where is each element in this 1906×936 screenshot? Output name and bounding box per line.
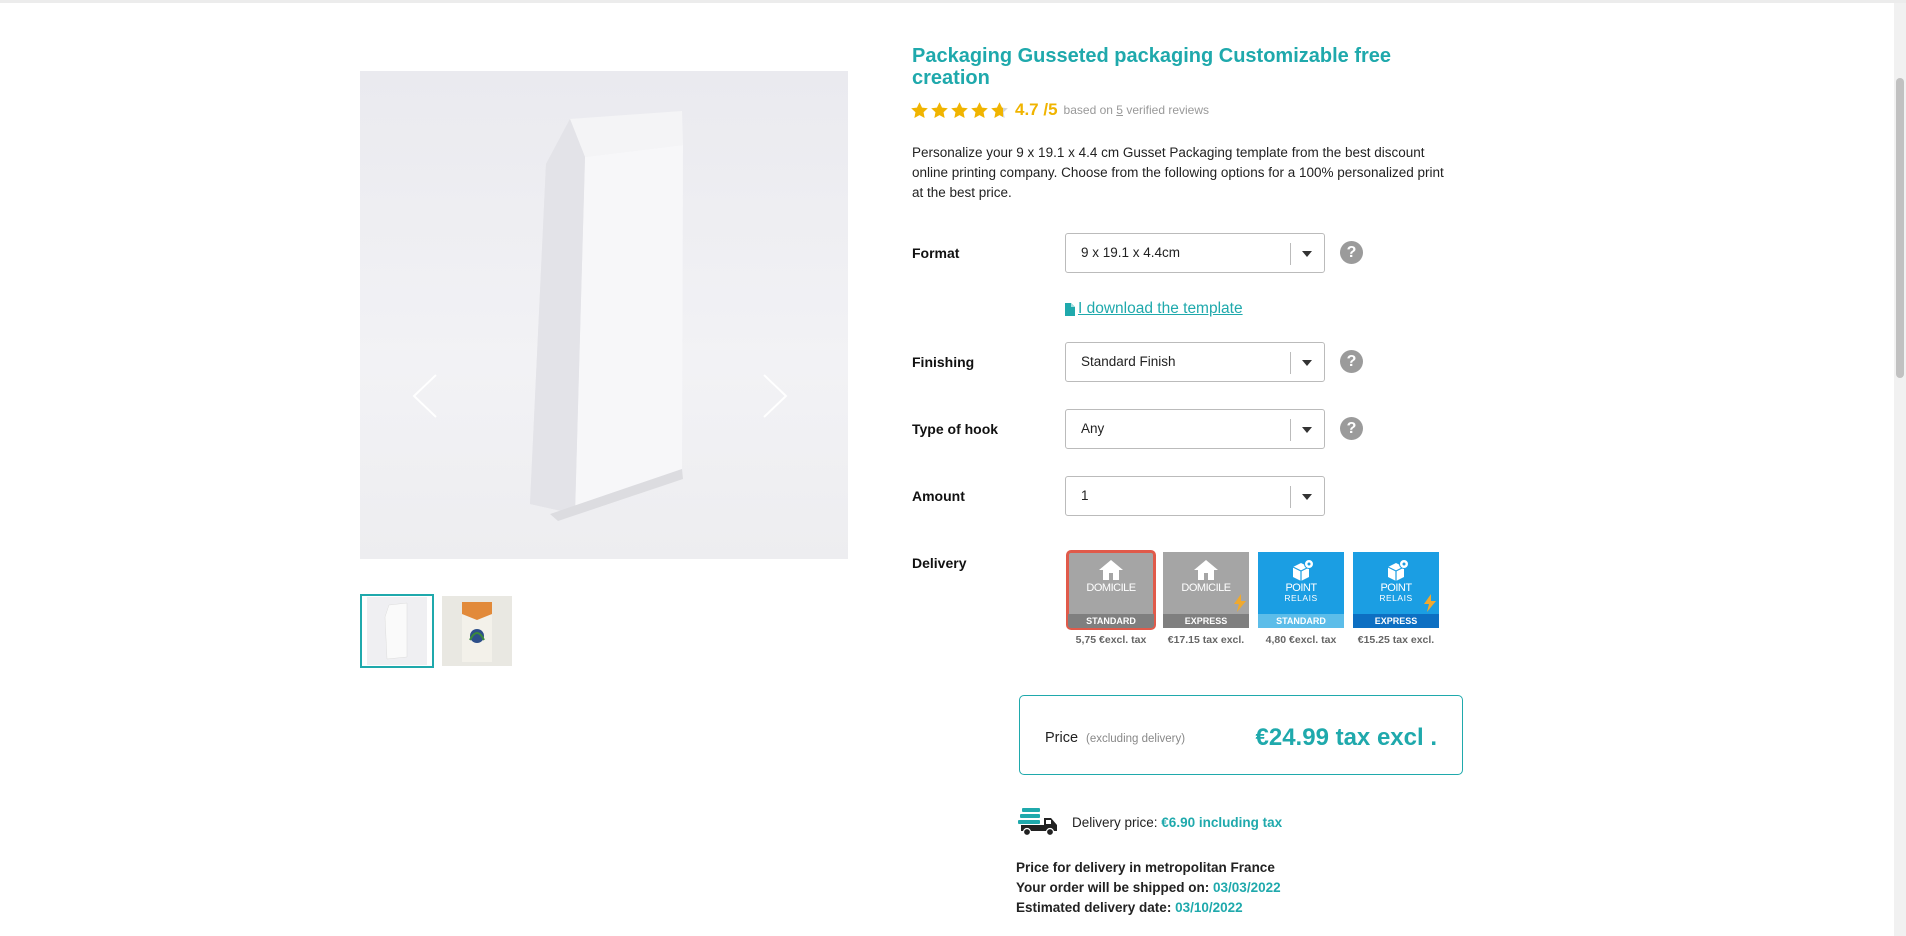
printed-bag-thumbnail-icon <box>442 596 512 666</box>
select-separator <box>1290 419 1291 441</box>
rating-stars <box>910 101 1009 120</box>
price-box: Price (excluding delivery) €24.99 tax ex… <box>1019 695 1463 775</box>
parcel-pin-icon <box>1292 559 1314 581</box>
delivery-label: Delivery <box>912 555 967 571</box>
previous-image-arrow[interactable] <box>410 371 440 421</box>
delivery-price-row: Delivery price: €6.90 including tax <box>1018 808 1282 836</box>
finishing-select[interactable]: Standard Finish <box>1065 342 1325 382</box>
star-icon <box>951 101 968 118</box>
delivery-option-speed: EXPRESS <box>1163 614 1249 628</box>
chevron-down-icon <box>1302 494 1312 500</box>
delivery-option-relay-standard[interactable]: POINT RELAIS STANDARD 4,80 €excl. tax <box>1258 552 1344 646</box>
finishing-label: Finishing <box>912 354 975 370</box>
delivery-option-speed: EXPRESS <box>1353 614 1439 628</box>
delivery-option-cost: €15.25 tax excl. <box>1357 634 1435 646</box>
delivery-option-home-express[interactable]: DOMICILE EXPRESS €17.15 tax excl. <box>1163 552 1249 646</box>
rating-suffix: verified reviews <box>1126 103 1210 117</box>
delivery-region-text: Price for delivery in metropolitan Franc… <box>1016 860 1275 875</box>
star-icon <box>971 101 988 118</box>
delivery-option-relay-express[interactable]: POINT RELAIS EXPRESS €15.25 tax excl. <box>1353 552 1439 646</box>
delivery-option-cost: 5,75 €excl. tax <box>1075 634 1147 646</box>
amount-value: 1 <box>1081 488 1089 503</box>
estimated-date-value: 03/10/2022 <box>1175 900 1243 915</box>
thumbnail-plain-bag[interactable] <box>360 594 434 668</box>
gusset-bag-image <box>530 111 683 521</box>
product-title: Packaging Gusseted packaging Customizabl… <box>912 45 1392 89</box>
download-template-label: I download the template <box>1078 300 1243 317</box>
rating-reviews-text: based on 5 verified reviews <box>1064 103 1209 117</box>
delivery-options: DOMICILE STANDARD 5,75 €excl. tax DOMICI… <box>1066 550 1439 646</box>
delivery-option-speed: STANDARD <box>1258 614 1344 628</box>
house-icon <box>1194 560 1218 580</box>
delivery-truck-icon <box>1018 808 1057 836</box>
delivery-option-title: DOMICILE <box>1181 582 1231 594</box>
select-separator <box>1290 352 1291 374</box>
format-label: Format <box>912 245 960 261</box>
delivery-option-box: DOMICILE STANDARD <box>1066 550 1156 630</box>
house-icon <box>1099 560 1123 580</box>
chevron-down-icon <box>1302 360 1312 366</box>
format-help-icon[interactable]: ? <box>1340 241 1363 264</box>
lightning-icon <box>1234 594 1246 612</box>
delivery-price-label: Delivery price: <box>1072 814 1158 830</box>
amount-label: Amount <box>912 488 965 504</box>
finishing-value: Standard Finish <box>1081 354 1176 369</box>
star-icon <box>991 101 1008 118</box>
price-amount: €24.99 tax excl . <box>1255 724 1437 751</box>
amount-select[interactable]: 1 <box>1065 476 1325 516</box>
delivery-option-speed: STANDARD <box>1068 614 1154 628</box>
delivery-option-box: POINT RELAIS STANDARD <box>1258 552 1344 628</box>
next-image-arrow[interactable] <box>760 371 790 421</box>
select-separator <box>1290 243 1291 265</box>
estimated-date-label: Estimated delivery date: <box>1016 900 1172 915</box>
format-value: 9 x 19.1 x 4.4cm <box>1081 245 1181 260</box>
delivery-option-box: POINT RELAIS EXPRESS <box>1353 552 1439 628</box>
hook-value: Any <box>1081 421 1105 436</box>
lightning-icon <box>1424 594 1436 612</box>
ship-date-label: Your order will be shipped on: <box>1016 880 1210 895</box>
star-icon <box>911 101 928 118</box>
hook-select[interactable]: Any <box>1065 409 1325 449</box>
chevron-down-icon <box>1302 251 1312 257</box>
plain-bag-thumbnail-icon <box>367 597 427 665</box>
scrollbar-thumb[interactable] <box>1896 78 1904 378</box>
hook-label: Type of hook <box>912 421 999 437</box>
delivery-option-title: DOMICILE <box>1086 582 1136 594</box>
delivery-option-subtitle: RELAIS <box>1379 593 1413 603</box>
top-border <box>0 0 1906 3</box>
delivery-option-cost: €17.15 tax excl. <box>1167 634 1245 646</box>
delivery-option-home-standard[interactable]: DOMICILE STANDARD 5,75 €excl. tax <box>1066 550 1156 646</box>
format-select[interactable]: 9 x 19.1 x 4.4cm <box>1065 233 1325 273</box>
star-icon <box>931 101 948 118</box>
price-label: Price <box>1045 730 1079 746</box>
download-template-link[interactable]: I download the template <box>1065 300 1243 318</box>
ship-date-value: 03/03/2022 <box>1213 880 1281 895</box>
rating-score: 4.7 /5 <box>1015 100 1058 119</box>
review-count-link[interactable]: 5 <box>1116 103 1123 117</box>
product-main-image[interactable] <box>360 71 848 559</box>
page-scrollbar[interactable] <box>1894 3 1906 936</box>
estimated-date-row: Estimated delivery date: 03/10/2022 <box>1016 898 1281 918</box>
rating-prefix: based on <box>1063 103 1113 117</box>
price-subtext: (excluding delivery) <box>1086 733 1186 745</box>
hook-help-icon[interactable]: ? <box>1340 417 1363 440</box>
delivery-option-subtitle: RELAIS <box>1284 593 1318 603</box>
delivery-price-value: €6.90 including tax <box>1161 814 1283 830</box>
thumbnail-strip <box>360 594 514 668</box>
finishing-help-icon[interactable]: ? <box>1340 350 1363 373</box>
delivery-price-text: Delivery price: €6.90 including tax <box>1072 815 1282 830</box>
ship-date-row: Your order will be shipped on: 03/03/202… <box>1016 878 1281 898</box>
parcel-pin-icon <box>1387 559 1409 581</box>
delivery-info: Price for delivery in metropolitan Franc… <box>1016 858 1281 918</box>
thumbnail-printed-bag[interactable] <box>440 594 514 668</box>
chevron-down-icon <box>1302 427 1312 433</box>
product-description: Personalize your 9 x 19.1 x 4.4 cm Gusse… <box>912 145 1444 200</box>
delivery-option-box: DOMICILE EXPRESS <box>1163 552 1249 628</box>
select-separator <box>1290 486 1291 508</box>
file-icon <box>1065 302 1075 316</box>
rating-summary: 4.7 /5 based on 5 verified reviews <box>910 100 1209 120</box>
delivery-option-cost: 4,80 €excl. tax <box>1265 634 1337 646</box>
